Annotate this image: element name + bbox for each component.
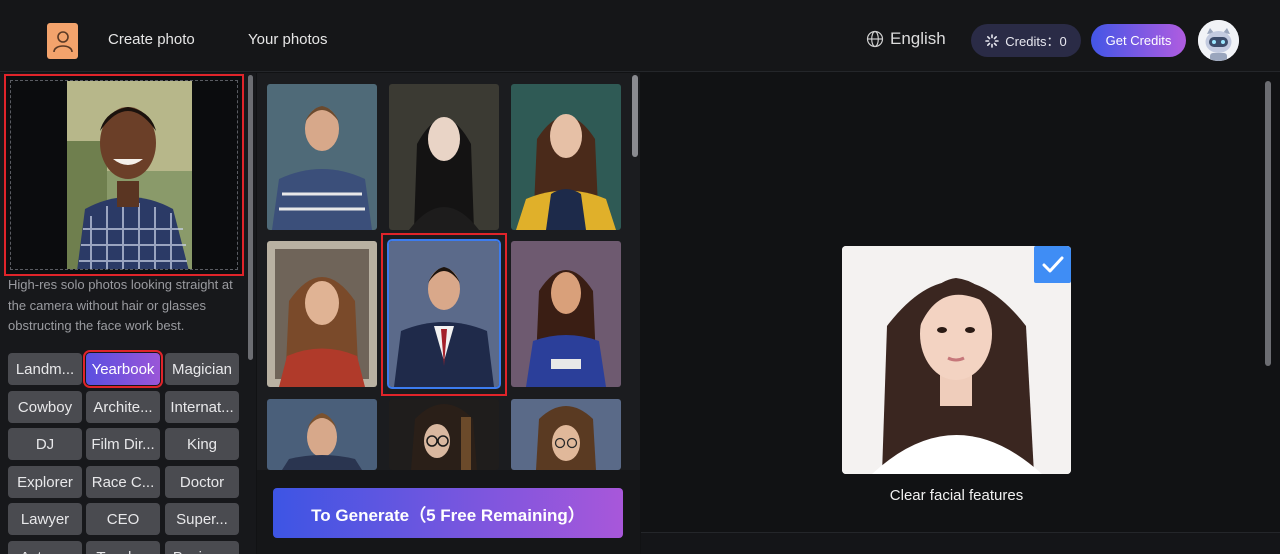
top-header: Create photo Your photos English Credits… bbox=[0, 0, 1280, 72]
language-label: English bbox=[890, 29, 946, 48]
generate-button[interactable]: To Generate（5 Free Remaining） bbox=[273, 488, 623, 538]
app-logo[interactable] bbox=[47, 23, 78, 59]
tag-ceo[interactable]: CEO bbox=[86, 503, 160, 535]
user-avatar[interactable] bbox=[1198, 20, 1239, 61]
credits-badge[interactable]: Credits：0 bbox=[971, 24, 1081, 57]
gallery-thumb-7[interactable] bbox=[267, 399, 377, 470]
upload-area[interactable] bbox=[4, 74, 244, 276]
gallery-thumb-4[interactable] bbox=[267, 241, 377, 387]
tag-film-director[interactable]: Film Dir... bbox=[86, 428, 160, 460]
tag-international[interactable]: Internat... bbox=[165, 391, 239, 423]
tag-magician[interactable]: Magician bbox=[165, 353, 239, 385]
gallery-scrollbar[interactable] bbox=[632, 75, 638, 157]
tag-actress[interactable]: Actress bbox=[8, 541, 82, 554]
style-gallery: To Generate（5 Free Remaining） bbox=[257, 73, 640, 554]
tag-dj[interactable]: DJ bbox=[8, 428, 82, 460]
example-photo bbox=[842, 246, 1071, 474]
gallery-thumb-9[interactable] bbox=[511, 399, 621, 470]
spinner-icon bbox=[985, 33, 1000, 48]
tag-lawyer[interactable]: Lawyer bbox=[8, 503, 82, 535]
preview-scrollbar[interactable] bbox=[1265, 81, 1271, 366]
uploaded-photo bbox=[11, 81, 237, 269]
left-panel: High-res solo photos looking straight at… bbox=[0, 73, 256, 554]
tag-superhero[interactable]: Super... bbox=[165, 503, 239, 535]
user-icon bbox=[52, 31, 73, 53]
nav-create-photo[interactable]: Create photo bbox=[108, 31, 195, 48]
tag-king[interactable]: King bbox=[165, 428, 239, 460]
tag-cowboy[interactable]: Cowboy bbox=[8, 391, 82, 423]
get-credits-button[interactable]: Get Credits bbox=[1091, 24, 1186, 57]
language-selector[interactable]: English bbox=[866, 29, 946, 49]
tag-explorer[interactable]: Explorer bbox=[8, 466, 82, 498]
gallery-thumb-6[interactable] bbox=[511, 241, 621, 387]
gallery-thumb-8[interactable] bbox=[389, 399, 499, 470]
robot-avatar-icon bbox=[1198, 20, 1239, 61]
gallery-thumb-3[interactable] bbox=[511, 84, 621, 230]
preview-footer bbox=[641, 532, 1280, 554]
tag-race-car[interactable]: Race C... bbox=[86, 466, 160, 498]
uploaded-photo-frame bbox=[10, 80, 238, 270]
tag-teacher[interactable]: Teacher bbox=[86, 541, 160, 554]
gallery-thumb-1[interactable] bbox=[267, 84, 377, 230]
checkmark-icon bbox=[1034, 246, 1071, 283]
nav-your-photos[interactable]: Your photos bbox=[248, 31, 328, 48]
generate-bar: To Generate（5 Free Remaining） bbox=[257, 470, 640, 554]
preview-panel: Clear facial features bbox=[641, 73, 1280, 554]
example-caption: Clear facial features bbox=[889, 487, 1024, 504]
tag-doctor[interactable]: Doctor bbox=[165, 466, 239, 498]
tag-yearbook[interactable]: Yearbook bbox=[83, 350, 163, 388]
gallery-thumb-2[interactable] bbox=[389, 84, 499, 230]
tag-landmark[interactable]: Landm... bbox=[8, 353, 82, 385]
gallery-thumb-5-selected[interactable] bbox=[387, 239, 501, 389]
tag-business[interactable]: Busine... bbox=[165, 541, 239, 554]
upload-hint: High-res solo photos looking straight at… bbox=[8, 277, 233, 333]
left-scrollbar[interactable] bbox=[248, 75, 253, 360]
globe-icon bbox=[866, 30, 884, 48]
tag-architect[interactable]: Archite... bbox=[86, 391, 160, 423]
credits-label: Credits：0 bbox=[1005, 34, 1067, 49]
